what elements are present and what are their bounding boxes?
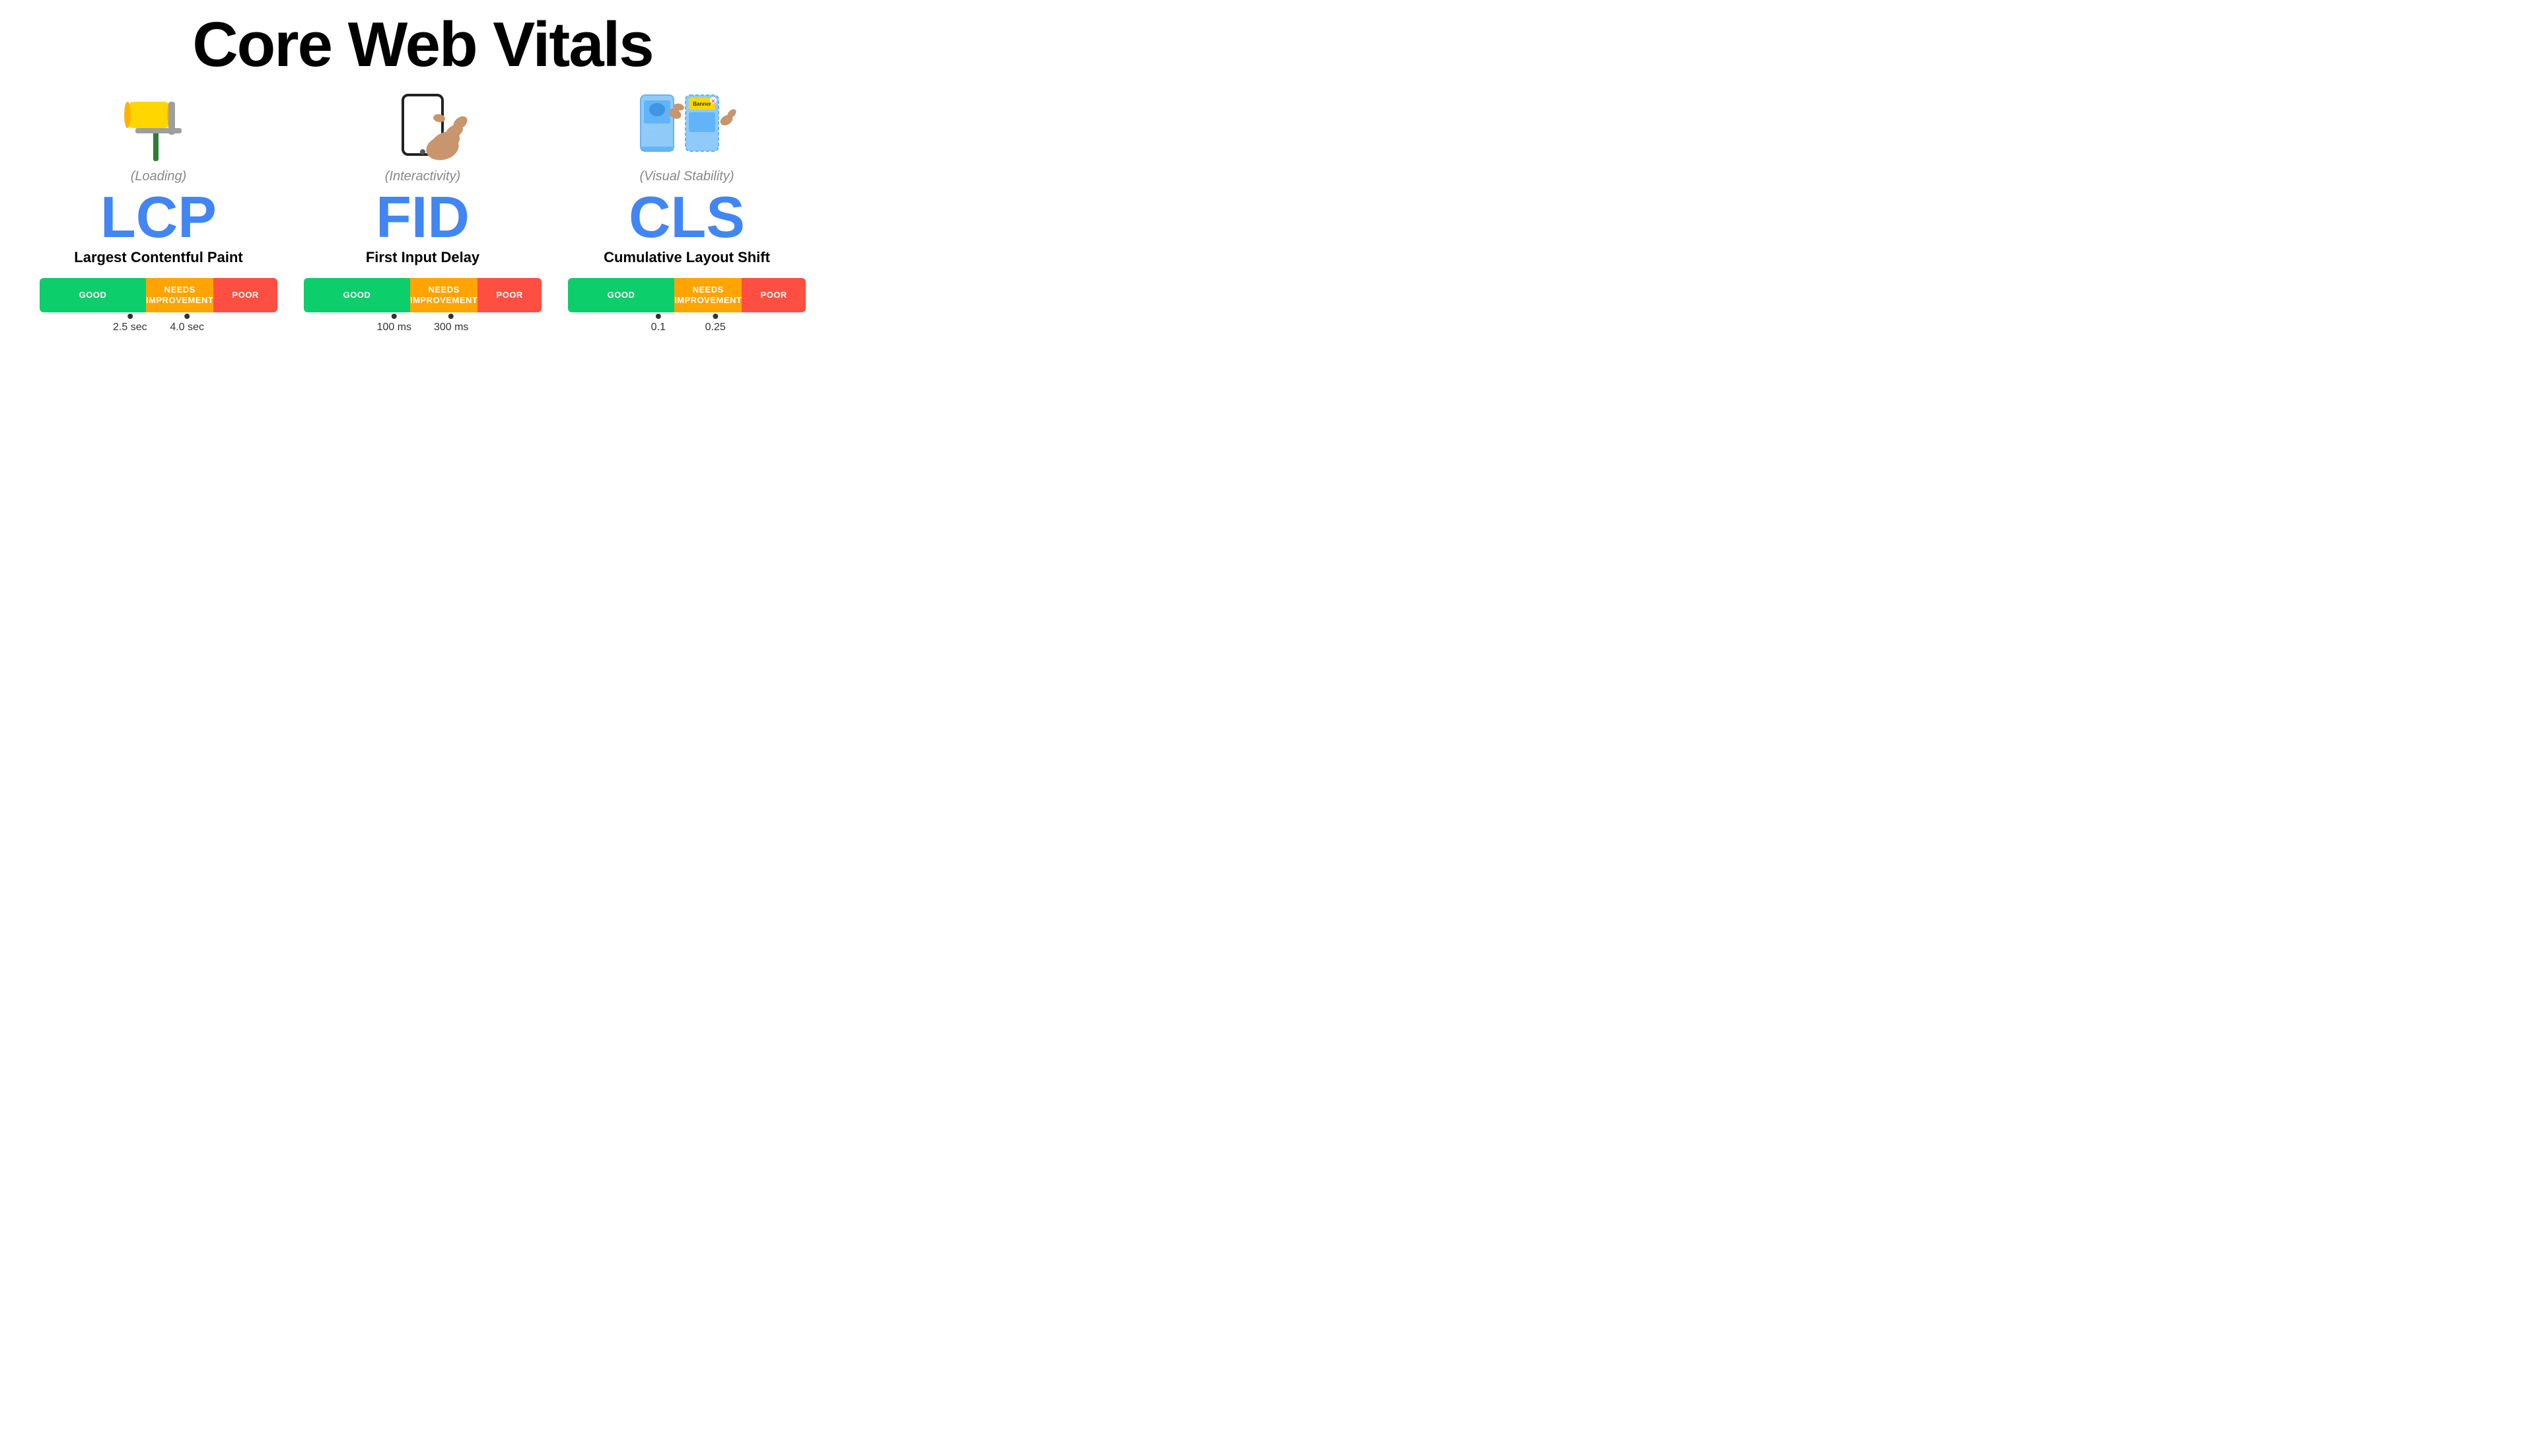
cls-marker-value-2: 0.25 — [705, 322, 726, 333]
cls-acronym: CLS — [629, 188, 745, 246]
fid-scale: GOOD NEEDSIMPROVEMENT POOR 100 ms 300 ms — [304, 278, 542, 340]
svg-text:Banner: Banner — [693, 101, 711, 107]
layout-shift-icon: Banner ✕ — [634, 88, 740, 164]
paint-roller-icon — [122, 88, 195, 164]
lcp-bar-poor: POOR — [213, 278, 277, 312]
lcp-bar-needs: NEEDSIMPROVEMENT — [146, 278, 213, 312]
lcp-marker-2: 4.0 sec — [170, 314, 204, 333]
fid-acronym: FID — [376, 188, 470, 246]
lcp-fullname: Largest Contentful Paint — [74, 249, 242, 266]
touch-phone-icon — [370, 88, 476, 164]
fid-marker-value-2: 300 ms — [434, 322, 468, 333]
fid-markers: 100 ms 300 ms — [304, 314, 542, 340]
cls-icon-area: Banner ✕ — [634, 87, 740, 166]
fid-fullname: First Input Delay — [366, 249, 479, 266]
lcp-marker-dot-2 — [184, 314, 190, 319]
lcp-marker-value-2: 4.0 sec — [170, 322, 204, 333]
lcp-marker-1: 2.5 sec — [113, 314, 147, 333]
lcp-scale: GOOD NEEDSIMPROVEMENT POOR 2.5 sec 4.0 s… — [40, 278, 277, 340]
cls-category: (Visual Stability) — [639, 169, 734, 184]
fid-marker-dot-2 — [448, 314, 454, 319]
cls-marker-dot-2 — [713, 314, 718, 319]
lcp-poor-label: POOR — [232, 290, 259, 300]
vital-card-fid: (Interactivity) FID First Input Delay GO… — [304, 87, 542, 340]
cls-good-label: GOOD — [608, 290, 635, 300]
cls-fullname: Cumulative Layout Shift — [604, 249, 770, 266]
fid-marker-dot-1 — [392, 314, 397, 319]
lcp-icon-area — [122, 87, 195, 166]
cls-bar-poor: POOR — [742, 278, 806, 312]
cls-marker-1: 0.1 — [651, 314, 666, 333]
cls-marker-dot-1 — [656, 314, 661, 319]
cls-scale: GOOD NEEDSIMPROVEMENT POOR 0.1 0.25 — [568, 278, 806, 340]
cls-poor-label: POOR — [761, 290, 787, 300]
fid-poor-label: POOR — [497, 290, 523, 300]
lcp-bar: GOOD NEEDSIMPROVEMENT POOR — [40, 278, 277, 312]
lcp-acronym: LCP — [100, 188, 217, 246]
fid-marker-1: 100 ms — [377, 314, 411, 333]
fid-needs-label: NEEDSIMPROVEMENT — [410, 285, 477, 305]
lcp-good-label: GOOD — [79, 290, 107, 300]
lcp-marker-dot-1 — [127, 314, 133, 319]
fid-marker-2: 300 ms — [434, 314, 468, 333]
page-title: Core Web Vitals — [192, 13, 652, 77]
svg-text:✕: ✕ — [711, 98, 716, 104]
fid-icon-area — [370, 87, 476, 166]
fid-bar-needs: NEEDSIMPROVEMENT — [410, 278, 477, 312]
cls-bar-good: GOOD — [568, 278, 674, 312]
cls-markers: 0.1 0.25 — [568, 314, 806, 340]
fid-category: (Interactivity) — [385, 169, 460, 184]
fid-marker-value-1: 100 ms — [377, 322, 411, 333]
cls-needs-label: NEEDSIMPROVEMENT — [674, 285, 742, 305]
lcp-category: (Loading) — [131, 169, 187, 184]
cls-bar-needs: NEEDSIMPROVEMENT — [674, 278, 742, 312]
lcp-bar-good: GOOD — [40, 278, 146, 312]
fid-good-label: GOOD — [343, 290, 371, 300]
fid-bar-good: GOOD — [304, 278, 410, 312]
cls-marker-value-1: 0.1 — [651, 322, 666, 333]
vital-card-cls: Banner ✕ (Visual Stability) CLS Cumulati… — [568, 87, 806, 340]
fid-bar-poor: POOR — [477, 278, 542, 312]
fid-bar: GOOD NEEDSIMPROVEMENT POOR — [304, 278, 542, 312]
cls-bar: GOOD NEEDSIMPROVEMENT POOR — [568, 278, 806, 312]
cls-marker-2: 0.25 — [705, 314, 726, 333]
lcp-marker-value-1: 2.5 sec — [113, 322, 147, 333]
vital-card-lcp: (Loading) LCP Largest Contentful Paint G… — [40, 87, 277, 340]
vitals-grid: (Loading) LCP Largest Contentful Paint G… — [26, 87, 819, 340]
lcp-needs-label: NEEDSIMPROVEMENT — [146, 285, 213, 305]
lcp-markers: 2.5 sec 4.0 sec — [40, 314, 277, 340]
